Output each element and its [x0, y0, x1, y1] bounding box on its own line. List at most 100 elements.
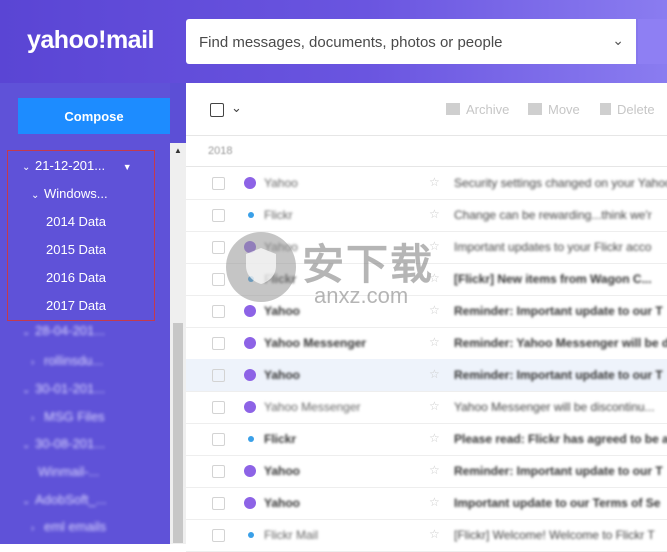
message-row[interactable]: Yahoo Messenger ☆ Reminder: Yahoo Messenge… — [186, 327, 667, 360]
message-subject: Yahoo Messenger will be discontinu... — [454, 400, 655, 414]
row-checkbox[interactable] — [212, 433, 225, 446]
star-icon[interactable]: ☆ — [429, 367, 440, 381]
message-toolbar: ⌄ Archive Move Delete — [186, 83, 667, 136]
row-checkbox[interactable] — [212, 209, 225, 222]
delete-button[interactable]: Delete — [600, 102, 655, 117]
row-checkbox[interactable] — [212, 497, 225, 510]
message-subject: Important updates to your Flickr acco — [454, 240, 652, 254]
chevron-down-icon[interactable]: ⌄ — [22, 162, 35, 173]
sender-name: Flickr — [264, 432, 297, 446]
row-checkbox[interactable] — [212, 369, 225, 382]
message-subject: [Flickr] New items from Wagon C... — [454, 272, 652, 286]
folder-item[interactable]: ⌄ AdobSoft_... — [22, 492, 107, 507]
star-icon[interactable]: ☆ — [429, 207, 440, 221]
folder-item[interactable]: › eml emails — [31, 519, 106, 534]
message-row[interactable]: Flickr ☆ Please read: Flickr has agreed to… — [186, 423, 667, 456]
compose-button[interactable]: Compose — [18, 98, 170, 134]
watermark: 安下载 anxz.com — [226, 227, 452, 317]
folder-label: eml emails — [44, 519, 107, 534]
message-subject: Reminder: Yahoo Messenger will be d — [454, 336, 667, 350]
folder-label: 30-08-201... — [35, 436, 106, 451]
message-row[interactable]: Flickr Mail ☆ [Flickr] Welcome! Welcome to… — [186, 519, 667, 552]
message-subject: Please read: Flickr has agreed to be a — [454, 432, 667, 446]
sender-name: Yahoo — [264, 368, 301, 382]
folder-item[interactable]: ⌄ Windows... — [31, 186, 108, 201]
row-checkbox[interactable] — [212, 337, 225, 350]
highlight-box — [7, 150, 155, 321]
search-button[interactable] — [638, 19, 667, 64]
archive-label: Archive — [466, 102, 510, 117]
move-button[interactable]: Move — [528, 102, 580, 117]
scroll-up-icon[interactable]: ▲ — [174, 146, 182, 155]
archive-icon — [446, 103, 460, 115]
chevron-right-icon[interactable]: › — [31, 413, 44, 424]
sender-avatar-icon — [248, 212, 254, 218]
search-box[interactable]: ⌄ — [186, 19, 636, 66]
yahoo-mail-logo[interactable]: yahoo!mail — [27, 26, 154, 55]
message-subject: [Flickr] Welcome! Welcome to Flickr T — [454, 528, 655, 542]
scrollbar-thumb[interactable] — [173, 323, 183, 543]
chevron-down-icon[interactable]: ⌄ — [22, 327, 35, 338]
chevron-down-icon[interactable]: ⌄ — [22, 385, 35, 396]
folder-label: MSG Files — [44, 409, 105, 424]
folder-item[interactable]: › rollinsdu... — [31, 353, 103, 368]
folder-item[interactable]: 2017 Data — [46, 298, 106, 313]
star-icon[interactable]: ☆ — [429, 175, 440, 189]
chevron-right-icon[interactable]: › — [31, 357, 44, 368]
message-row[interactable]: Yahoo ☆ Security settings changed on your … — [186, 167, 667, 200]
archive-button[interactable]: Archive — [446, 102, 509, 117]
folder-item[interactable]: ⌄ 30-08-201... — [22, 436, 105, 451]
star-icon[interactable]: ☆ — [429, 431, 440, 445]
row-checkbox[interactable] — [212, 177, 225, 190]
folder-item[interactable]: ⌄ 21-12-201... ▼ — [22, 158, 132, 173]
row-checkbox[interactable] — [212, 401, 225, 414]
caret-down-icon[interactable]: ▼ — [123, 162, 132, 172]
message-subject: Security settings changed on your Yahoo — [454, 176, 667, 190]
date-group-header: 2018 — [186, 136, 667, 167]
folder-item[interactable]: › MSG Files — [31, 409, 105, 424]
chevron-down-icon[interactable]: ⌄ — [31, 190, 44, 201]
folder-pane: Compose ⌄ 21-12-201... ▼ ⌄ Windows... 2014… — [0, 83, 170, 544]
folder-item[interactable]: ⌄ 30-01-201... — [22, 381, 105, 396]
row-checkbox[interactable] — [212, 241, 225, 254]
star-icon[interactable]: ☆ — [429, 495, 440, 509]
folder-item[interactable]: 2016 Data — [46, 270, 106, 285]
shield-icon — [246, 248, 276, 284]
message-row[interactable]: Yahoo ☆ Reminder: Important update to our … — [186, 455, 667, 488]
folder-item[interactable]: 2014 Data — [46, 214, 106, 229]
row-checkbox[interactable] — [212, 273, 225, 286]
folder-item[interactable]: Winmail-... — [38, 464, 99, 479]
search-input[interactable] — [197, 19, 601, 66]
star-icon[interactable]: ☆ — [429, 527, 440, 541]
sender-name: Yahoo Messenger — [264, 400, 361, 414]
top-bar: yahoo!mail ⌄ — [0, 0, 667, 83]
sender-avatar-icon — [244, 497, 256, 509]
folder-item[interactable]: 2015 Data — [46, 242, 106, 257]
folder-label: rollinsdu... — [44, 353, 104, 368]
chevron-down-icon[interactable]: ⌄ — [22, 496, 35, 507]
delete-label: Delete — [617, 102, 655, 117]
row-checkbox[interactable] — [212, 529, 225, 542]
select-all-checkbox[interactable] — [210, 103, 224, 117]
sidebar-scrollbar[interactable]: ▲ — [170, 143, 186, 544]
chevron-down-icon[interactable]: ⌄ — [231, 100, 242, 116]
row-checkbox[interactable] — [212, 305, 225, 318]
shield-logo-icon — [226, 232, 296, 302]
message-row[interactable]: Yahoo ☆ Reminder: Important update to our … — [186, 359, 667, 392]
sender-name: Yahoo — [264, 496, 301, 510]
folder-label: AdobSoft_... — [35, 492, 107, 507]
sender-avatar-icon — [244, 177, 256, 189]
sender-name: Yahoo — [264, 464, 301, 478]
star-icon[interactable]: ☆ — [429, 335, 440, 349]
chevron-down-icon[interactable]: ⌄ — [612, 32, 624, 49]
chevron-down-icon[interactable]: ⌄ — [22, 440, 35, 451]
star-icon[interactable]: ☆ — [429, 399, 440, 413]
message-row[interactable]: Yahoo ☆ Important update to our Terms of S… — [186, 487, 667, 520]
row-checkbox[interactable] — [212, 465, 225, 478]
folder-item[interactable]: ⌄ 28-04-201... — [22, 323, 105, 338]
star-icon[interactable]: ☆ — [429, 463, 440, 477]
chevron-right-icon[interactable]: › — [31, 523, 44, 534]
sender-avatar-icon — [248, 532, 254, 538]
folder-label: 30-01-201... — [35, 381, 106, 396]
message-row[interactable]: Yahoo Messenger ☆ Yahoo Messenger will be … — [186, 391, 667, 424]
